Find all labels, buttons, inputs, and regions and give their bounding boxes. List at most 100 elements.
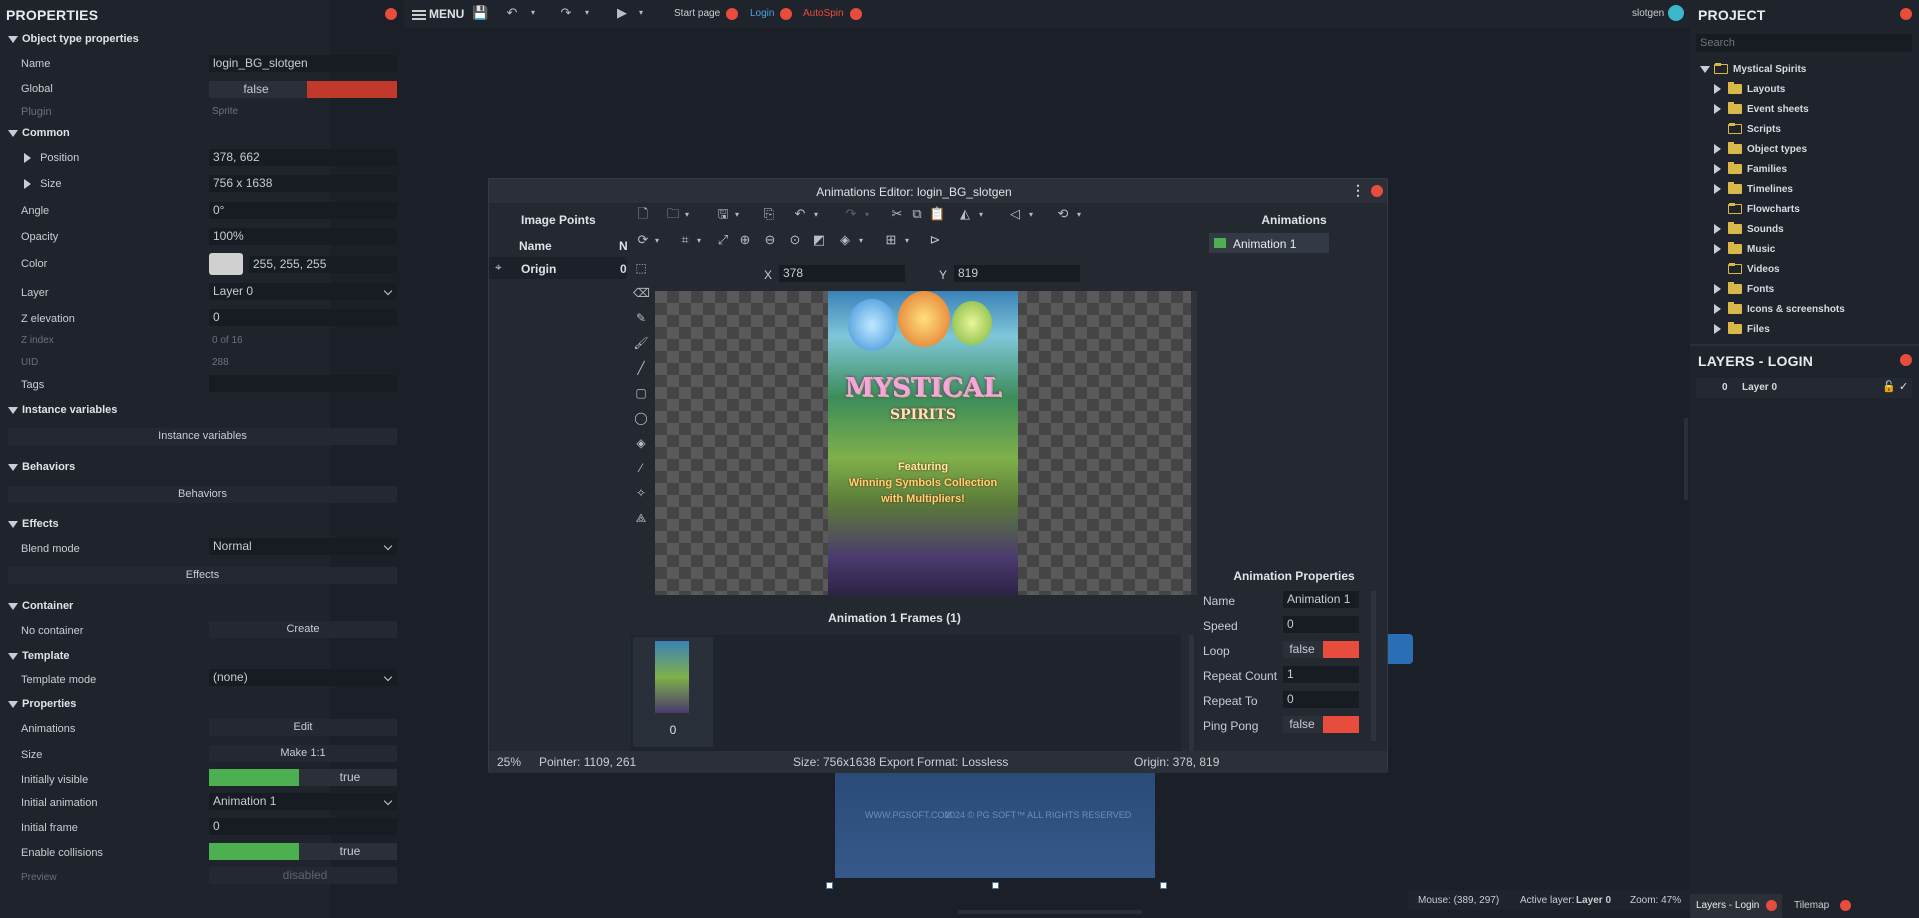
image-point-icon[interactable]: ✧ (633, 486, 649, 500)
project-item[interactable]: Timelines (1714, 182, 1793, 198)
animation-list-item[interactable]: Animation 1 (1209, 233, 1329, 253)
origin-row[interactable]: ⌖ Origin 0 (489, 257, 627, 279)
section-common[interactable]: Common (8, 127, 70, 139)
flip-vertical-icon[interactable]: ◁ (1007, 207, 1023, 221)
project-item[interactable]: Object types (1714, 142, 1807, 158)
expand-icon[interactable] (1714, 102, 1728, 118)
color-swatch[interactable] (209, 253, 243, 275)
project-search-input[interactable] (1696, 34, 1912, 52)
canvas-scrollbar[interactable] (1191, 291, 1197, 595)
zoom-in-icon[interactable]: ⊕ (737, 233, 753, 247)
copy-icon[interactable]: ⧉ (909, 207, 925, 221)
position-field[interactable]: 378, 662 (209, 149, 397, 166)
initial-frame-field[interactable]: 0 (209, 818, 397, 835)
section-effects[interactable]: Effects (8, 518, 59, 530)
tab-close-icon[interactable] (780, 8, 792, 20)
user-name[interactable]: slotgen (1632, 8, 1664, 19)
blend-mode-select[interactable]: Normal (209, 538, 397, 555)
color-field[interactable]: 255, 255, 255 (249, 256, 397, 273)
project-item[interactable]: Music (1714, 242, 1775, 258)
resize-handle[interactable] (992, 882, 999, 889)
prop-name-field[interactable]: Animation 1 (1283, 591, 1359, 608)
prop-speed-field[interactable]: 0 (1283, 616, 1359, 633)
layers-icon[interactable]: ◈ (837, 233, 853, 247)
lock-icon[interactable]: 🔓 (1882, 380, 1896, 393)
x-field[interactable]: 378 (779, 265, 905, 282)
tab-login[interactable]: Login (750, 8, 774, 19)
undo-icon[interactable]: ↶ (792, 207, 808, 221)
undo-dropdown-icon[interactable]: ▾ (528, 6, 538, 20)
project-item[interactable]: Sounds (1714, 222, 1784, 238)
collision-polygon-icon[interactable]: ⟁ (633, 511, 649, 525)
open-dropdown-icon[interactable]: ▾ (685, 208, 689, 222)
resize-handle[interactable] (1160, 882, 1167, 889)
rotate-icon[interactable]: ⟲ (1055, 207, 1071, 221)
brush-icon[interactable]: 🖌 (633, 336, 649, 350)
zoom-reset-icon[interactable]: ⊙ (787, 233, 803, 247)
project-item[interactable]: Icons & screenshots (1714, 302, 1845, 318)
play-icon[interactable]: ▶ (614, 6, 630, 20)
vertical-scrollbar[interactable] (1684, 418, 1688, 500)
play-dropdown-icon[interactable]: ▾ (636, 6, 646, 20)
tab-close-icon[interactable] (850, 8, 862, 20)
redo-dropdown-icon[interactable]: ▾ (582, 6, 592, 20)
template-mode-select[interactable]: (none) (209, 669, 397, 686)
expand-icon[interactable] (1714, 302, 1728, 318)
project-item[interactable]: Scripts (1714, 122, 1781, 138)
redo-icon[interactable]: ↷ (843, 207, 859, 221)
initial-animation-select[interactable]: Animation 1 (209, 793, 397, 810)
project-item[interactable]: Families (1714, 162, 1787, 178)
prop-loop-toggle[interactable]: false (1283, 641, 1359, 658)
layout-background-sprite[interactable]: WWW.PGSOFT.COM 2024 © PG SOFT™ ALL RIGHT… (835, 770, 1155, 878)
tab-close-icon[interactable] (1840, 900, 1851, 911)
zoom-out-icon[interactable]: ⊖ (762, 233, 778, 247)
rotate-cw-dropdown-icon[interactable]: ▾ (655, 234, 659, 248)
section-properties[interactable]: Properties (8, 698, 76, 710)
more-options-icon[interactable]: ⋮ (1351, 182, 1365, 199)
project-item[interactable]: Videos (1714, 262, 1780, 278)
create-container-button[interactable]: Create (209, 621, 397, 638)
grid-dropdown-icon[interactable]: ▾ (905, 234, 909, 248)
open-folder-icon[interactable]: 🗀 (665, 207, 681, 221)
project-item[interactable]: Event sheets (1714, 102, 1809, 118)
section-template[interactable]: Template (8, 650, 69, 662)
section-instance-variables[interactable]: Instance variables (8, 404, 117, 416)
redo-dropdown-icon[interactable]: ▾ (865, 208, 869, 222)
tab-layers-login[interactable]: Layers - Login (1690, 894, 1782, 918)
tab-autospin[interactable]: AutoSpin (803, 8, 844, 19)
enable-collisions-toggle[interactable]: true (209, 843, 397, 860)
user-avatar[interactable] (1668, 5, 1684, 21)
section-container[interactable]: Container (8, 600, 73, 612)
pencil-icon[interactable]: ✎ (633, 311, 649, 325)
rotate-cw-icon[interactable]: ⟳ (635, 233, 651, 247)
dialog-titlebar[interactable]: Animations Editor: login_BG_slotgen ⋮ (489, 179, 1387, 203)
behaviors-button[interactable]: Behaviors (8, 486, 397, 503)
project-item[interactable]: Layouts (1714, 82, 1785, 98)
tags-field[interactable] (209, 375, 397, 392)
properties-close-button[interactable] (385, 8, 397, 20)
expand-icon[interactable] (1714, 282, 1728, 298)
instance-variables-button[interactable]: Instance variables (8, 428, 397, 445)
y-field[interactable]: 819 (954, 265, 1080, 282)
crop-dropdown-icon[interactable]: ▾ (697, 234, 701, 248)
project-item[interactable]: Flowcharts (1714, 202, 1800, 218)
expand-icon[interactable] (1714, 82, 1728, 98)
line-icon[interactable]: ╱ (633, 361, 649, 375)
resize-handle[interactable] (826, 882, 833, 889)
prop-ping-pong-toggle[interactable]: false (1283, 716, 1359, 733)
new-file-icon[interactable]: 🗋 (635, 207, 651, 221)
flip-v-dropdown-icon[interactable]: ▾ (1029, 208, 1033, 222)
ellipse-icon[interactable]: ◯ (633, 411, 649, 425)
tab-tilemap[interactable]: Tilemap (1786, 894, 1856, 918)
undo-dropdown-icon[interactable]: ▾ (814, 208, 818, 222)
size-field[interactable]: 756 x 1638 (209, 175, 397, 192)
opacity-field[interactable]: 100% (209, 228, 397, 245)
prop-repeat-to-field[interactable]: 0 (1283, 691, 1359, 708)
eraser-icon[interactable]: ⌫ (633, 286, 650, 300)
cut-icon[interactable]: ✂ (889, 207, 905, 221)
expand-icon[interactable] (1714, 162, 1728, 178)
tab-start-page[interactable]: Start page (674, 8, 720, 19)
section-behaviors[interactable]: Behaviors (8, 461, 75, 473)
save-icon[interactable]: 🖫 (715, 207, 731, 221)
grid-icon[interactable]: ⊞ (883, 233, 899, 247)
